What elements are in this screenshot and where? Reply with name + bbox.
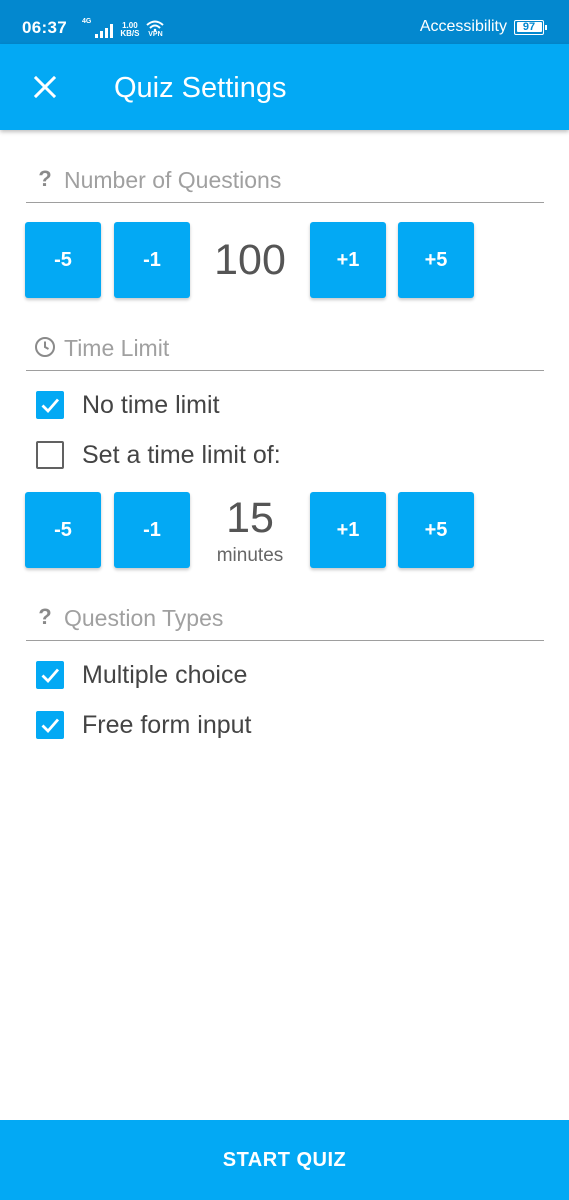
time-limit-unit: minutes <box>216 545 284 566</box>
signal-icon <box>95 24 114 38</box>
checkmark-icon <box>41 668 60 684</box>
time-limit-section-header: Time Limit <box>26 325 544 371</box>
questions-plus5-button[interactable]: +5 <box>398 222 474 298</box>
status-bar: 06:37 4G 1.00 KB/S VPN Accessibility 97 <box>0 0 569 44</box>
accessibility-label: Accessibility <box>419 18 507 35</box>
questions-minus5-button[interactable]: -5 <box>25 222 101 298</box>
time-minus5-button[interactable]: -5 <box>25 492 101 568</box>
questions-minus1-button[interactable]: -1 <box>114 222 190 298</box>
vpn-indicator: VPN <box>146 20 165 38</box>
battery-icon: 97 <box>514 19 547 35</box>
question-mark-icon: ? <box>38 166 52 191</box>
checkmark-icon <box>41 718 60 734</box>
multiple-choice-checkbox[interactable] <box>36 661 64 689</box>
time-limit-value: 15 <box>226 494 274 542</box>
app-bar: Quiz Settings <box>0 44 569 130</box>
questions-count-value: 100 <box>214 236 286 284</box>
no-time-limit-label: No time limit <box>82 390 220 419</box>
free-form-label: Free form input <box>82 710 252 739</box>
start-quiz-button[interactable]: START QUIZ <box>0 1120 569 1200</box>
question-mark-icon: ? <box>38 604 52 629</box>
set-time-limit-checkbox[interactable] <box>36 441 64 469</box>
page-title: Quiz Settings <box>114 72 287 104</box>
checkmark-icon <box>41 398 60 414</box>
question-types-section-header: ? Question Types <box>26 595 544 641</box>
network-speed-unit: KB/S <box>120 29 140 38</box>
status-time: 06:37 <box>22 18 67 37</box>
no-time-limit-checkbox[interactable] <box>36 391 64 419</box>
time-plus1-button[interactable]: +1 <box>310 492 386 568</box>
set-time-limit-label: Set a time limit of: <box>82 440 281 469</box>
set-time-limit-option[interactable]: Set a time limit of: <box>36 440 281 470</box>
free-form-checkbox[interactable] <box>36 711 64 739</box>
time-minus1-button[interactable]: -1 <box>114 492 190 568</box>
no-time-limit-option[interactable]: No time limit <box>36 390 220 420</box>
battery-level: 97 <box>516 22 542 33</box>
questions-section-header: ? Number of Questions <box>26 157 544 203</box>
network-speed: 1.00 KB/S <box>120 22 139 38</box>
multiple-choice-label: Multiple choice <box>82 660 248 689</box>
wifi-icon <box>146 20 165 31</box>
vpn-label: VPN <box>148 31 163 38</box>
questions-section-label: Number of Questions <box>64 167 282 193</box>
question-types-section-label: Question Types <box>64 605 224 631</box>
close-icon <box>34 76 56 98</box>
status-icons: 4G 1.00 KB/S VPN <box>82 16 165 38</box>
close-button[interactable] <box>26 68 64 106</box>
time-plus5-button[interactable]: +5 <box>398 492 474 568</box>
free-form-option[interactable]: Free form input <box>36 710 252 740</box>
network-type-label: 4G <box>82 18 92 25</box>
multiple-choice-option[interactable]: Multiple choice <box>36 660 247 690</box>
status-right: Accessibility 97 <box>419 18 547 36</box>
clock-icon <box>34 336 56 358</box>
questions-plus1-button[interactable]: +1 <box>310 222 386 298</box>
time-limit-section-label: Time Limit <box>64 335 170 361</box>
